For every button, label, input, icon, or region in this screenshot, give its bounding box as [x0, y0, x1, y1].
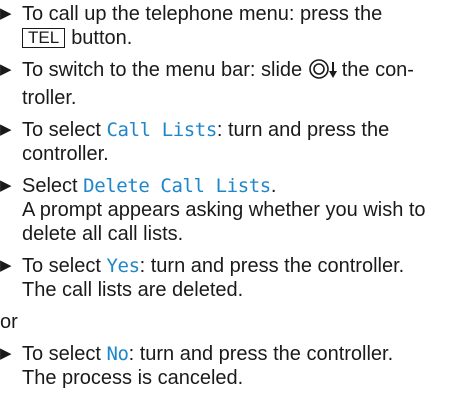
step-text: To switch to the menu bar: slide [22, 59, 303, 81]
step-text: Select [22, 175, 78, 197]
step-switch-to-menu-bar: ▶ To switch to the menu bar: slide the c… [0, 58, 464, 110]
bullet-arrow-icon: ▶ [0, 257, 12, 274]
menu-item-no: No [106, 343, 129, 365]
step-text: To select [22, 255, 101, 277]
step-text: : turn and press the controller. [128, 343, 394, 365]
step-text: To select [22, 119, 101, 141]
menu-item-call-lists: Call Lists [106, 119, 218, 141]
step-text: To call up the telephone menu: press the [22, 3, 383, 25]
step-result: A prompt appears asking whether you wish… [22, 199, 426, 245]
tel-button-label: TEL [22, 28, 66, 48]
menu-item-yes: Yes [106, 255, 141, 277]
step-select-call-lists: ▶ To select Call Lists: turn and press t… [0, 118, 464, 166]
step-select-delete-call-lists: ▶ Select Delete Call Lists. A prompt app… [0, 174, 464, 246]
bullet-arrow-icon: ▶ [0, 121, 12, 138]
step-text: button. [71, 27, 133, 49]
menu-item-delete-call-lists: Delete Call Lists [83, 175, 271, 197]
bullet-arrow-icon: ▶ [0, 177, 12, 194]
step-text: : turn and press the controller. [139, 255, 405, 277]
step-result: The process is canceled. [22, 367, 244, 389]
step-text: . [270, 175, 277, 197]
step-select-yes: ▶ To select Yes: turn and press the cont… [0, 254, 464, 302]
instruction-list: ▶ To call up the telephone menu: press t… [0, 2, 464, 398]
step-select-no: ▶ To select No: turn and press the contr… [0, 342, 464, 390]
controller-slide-down-icon [308, 58, 338, 86]
bullet-arrow-icon: ▶ [0, 61, 12, 78]
step-result: The call lists are deleted. [22, 279, 244, 301]
bullet-arrow-icon: ▶ [0, 5, 12, 22]
step-text: To select [22, 343, 101, 365]
bullet-arrow-icon: ▶ [0, 345, 12, 362]
alternative-separator: or [0, 311, 18, 333]
step-call-up-telephone-menu: ▶ To call up the telephone menu: press t… [0, 2, 464, 50]
